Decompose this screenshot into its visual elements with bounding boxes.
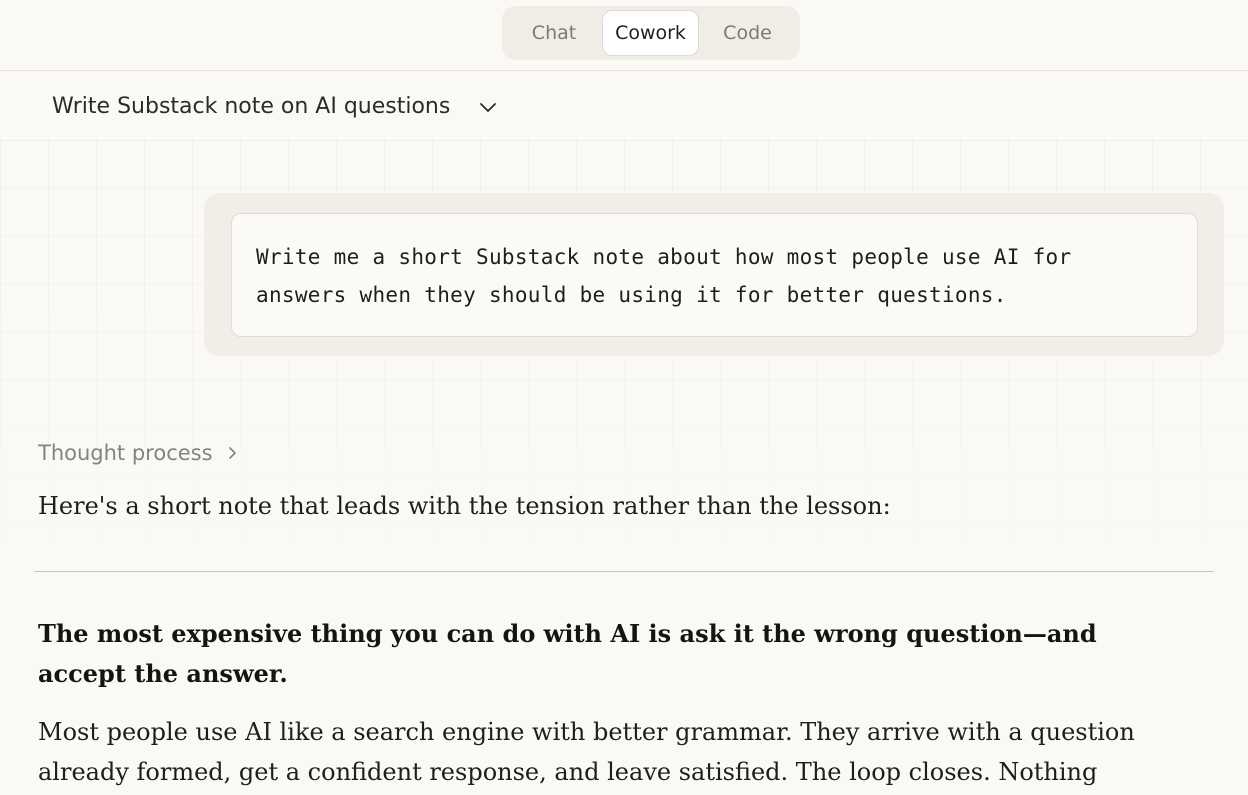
assistant-intro-text: Here's a short note that leads with the … bbox=[38, 492, 891, 520]
tab-chat[interactable]: Chat bbox=[506, 10, 602, 56]
tab-code[interactable]: Code bbox=[699, 10, 796, 56]
user-message-line: Write me a short Substack note about how… bbox=[256, 245, 1072, 269]
mode-switcher: Chat Cowork Code bbox=[502, 6, 800, 60]
thought-process-label: Thought process bbox=[38, 441, 213, 465]
chevron-right-icon bbox=[225, 446, 239, 460]
user-message-line: answers when they should be using it for… bbox=[256, 283, 1007, 307]
top-bar: Chat Cowork Code bbox=[0, 0, 1248, 71]
conversation-title-button[interactable]: Write Substack note on AI questions bbox=[52, 94, 498, 119]
thought-process-toggle[interactable]: Thought process bbox=[38, 441, 239, 465]
conversation-title: Write Substack note on AI questions bbox=[52, 94, 451, 119]
note-body: Most people use AI like a search engine … bbox=[38, 718, 1135, 786]
note-heading: The most expensive thing you can do with… bbox=[38, 619, 1097, 688]
user-message-text: Write me a short Substack note about how… bbox=[231, 213, 1198, 337]
divider bbox=[34, 571, 1214, 572]
tab-cowork[interactable]: Cowork bbox=[602, 10, 699, 56]
user-message: Write me a short Substack note about how… bbox=[204, 193, 1224, 356]
chevron-down-icon bbox=[478, 97, 498, 117]
